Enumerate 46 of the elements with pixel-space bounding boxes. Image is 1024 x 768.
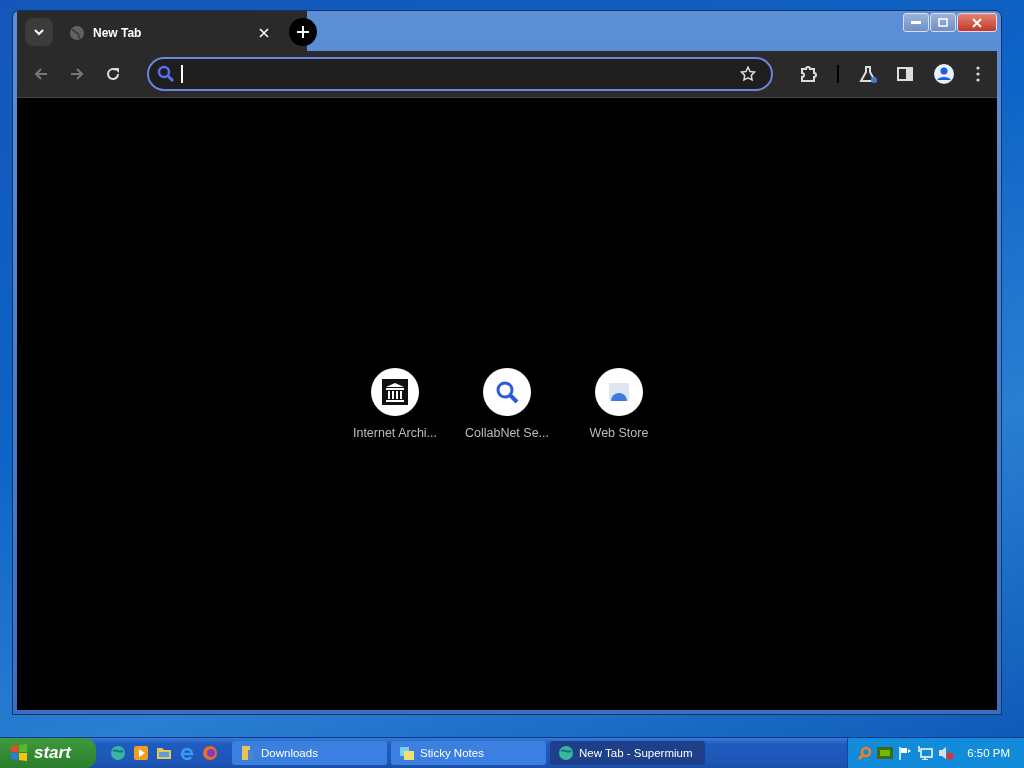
taskbar-button[interactable]: Downloads bbox=[232, 741, 387, 765]
minimize-icon bbox=[911, 20, 921, 25]
start-button[interactable]: start bbox=[0, 738, 96, 768]
shortcut-tile[interactable]: Web Store bbox=[565, 368, 673, 440]
close-icon[interactable] bbox=[259, 28, 269, 38]
chevron-down-icon bbox=[33, 26, 45, 38]
star-icon[interactable] bbox=[739, 65, 757, 83]
notes-icon bbox=[399, 745, 415, 761]
shortcut-tile[interactable]: CollabNet Se... bbox=[453, 368, 561, 440]
close-icon bbox=[972, 17, 982, 28]
side-panel-icon[interactable] bbox=[897, 66, 913, 82]
forward-icon[interactable] bbox=[69, 66, 85, 82]
globe-icon bbox=[558, 745, 574, 761]
plus-icon bbox=[297, 26, 309, 38]
gpu-icon[interactable] bbox=[877, 747, 894, 759]
maximize-icon bbox=[938, 18, 948, 27]
minimize-button[interactable] bbox=[903, 13, 929, 32]
store-icon bbox=[607, 380, 631, 404]
close-button[interactable] bbox=[957, 13, 997, 32]
magnifier-icon bbox=[494, 379, 520, 405]
network-icon[interactable] bbox=[917, 746, 934, 760]
menu-icon[interactable] bbox=[975, 66, 981, 82]
puzzle-icon[interactable] bbox=[799, 65, 817, 83]
tab-title: New Tab bbox=[93, 26, 143, 40]
clock: 6:50 PM bbox=[967, 747, 1010, 759]
windows-flag-icon bbox=[10, 744, 28, 762]
folder-icon[interactable] bbox=[156, 745, 172, 761]
building-icon bbox=[382, 379, 408, 405]
taskbar-button[interactable]: New Tab - Supermium bbox=[550, 741, 705, 765]
shortcut-tile[interactable]: Internet Archi... bbox=[341, 368, 449, 440]
new-tab-button[interactable] bbox=[289, 18, 317, 46]
maximize-button[interactable] bbox=[930, 13, 956, 32]
folder-icon bbox=[240, 745, 256, 761]
globe-icon[interactable] bbox=[110, 745, 126, 761]
back-icon[interactable] bbox=[33, 66, 49, 82]
speaker-muted-icon[interactable] bbox=[938, 746, 955, 760]
address-bar[interactable] bbox=[147, 57, 773, 91]
reload-icon[interactable] bbox=[105, 66, 121, 82]
search-icon bbox=[157, 65, 175, 83]
taskbar-button[interactable]: Sticky Notes bbox=[391, 741, 546, 765]
flag-icon[interactable] bbox=[898, 746, 913, 760]
globe-icon bbox=[69, 25, 85, 41]
media-player-icon[interactable] bbox=[133, 745, 149, 761]
profile-avatar-icon[interactable] bbox=[933, 63, 955, 85]
tab-search-button[interactable] bbox=[25, 18, 53, 46]
flask-icon[interactable] bbox=[859, 65, 877, 83]
